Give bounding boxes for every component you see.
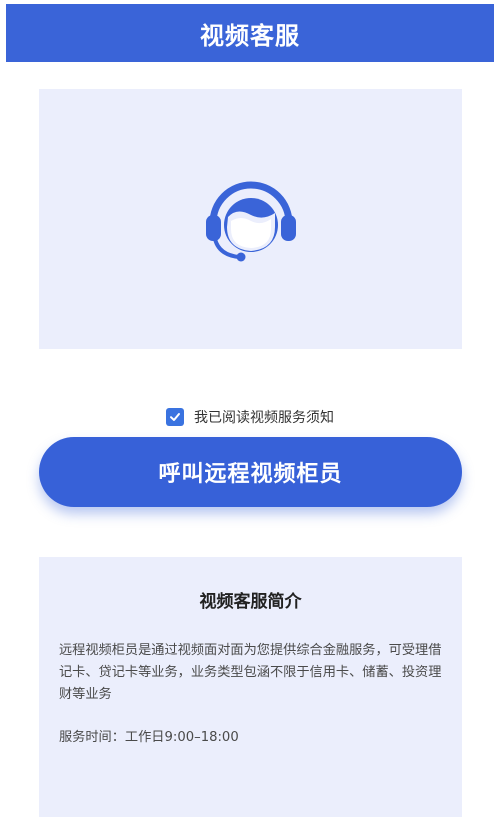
agreement-label[interactable]: 我已阅读视频服务须知 bbox=[194, 407, 334, 427]
intro-description: 远程视频柜员是通过视频面对面为您提供综合金融服务，可受理借记卡、贷记卡等业务，业… bbox=[59, 643, 442, 702]
app-header: 视频客服 bbox=[6, 4, 494, 62]
agreement-row: 我已阅读视频服务须知 bbox=[0, 405, 500, 429]
service-intro-card: 视频客服简介 远程视频柜员是通过视频面对面为您提供综合金融服务，可受理借记卡、贷… bbox=[39, 557, 462, 817]
customer-service-headset-icon bbox=[205, 181, 296, 262]
agreement-checkbox[interactable] bbox=[166, 408, 184, 426]
service-hours: 服务时间：工作日9:00–18:00 bbox=[59, 730, 239, 745]
intro-title: 视频客服简介 bbox=[199, 592, 302, 612]
call-remote-teller-button[interactable]: 呼叫远程视频柜员 bbox=[39, 437, 462, 507]
page-title: 视频客服 bbox=[200, 21, 300, 50]
video-preview-panel bbox=[39, 89, 462, 349]
check-icon bbox=[170, 413, 180, 421]
